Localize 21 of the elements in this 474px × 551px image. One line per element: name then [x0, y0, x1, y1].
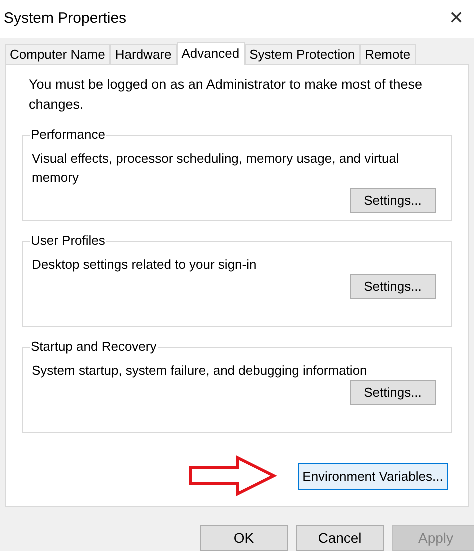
settings-button[interactable]: Settings...: [350, 380, 436, 406]
tab[interactable]: System Protection: [244, 44, 360, 64]
settings-button[interactable]: Settings...: [350, 274, 436, 300]
group-description: System startup, system failure, and debugging information: [32, 362, 368, 380]
window-title: System Properties: [4, 8, 127, 29]
arrow-icon: [188, 455, 278, 498]
group-description: Visual effects, processor scheduling, memory usage, and virtual memory: [32, 150, 400, 188]
group-description: Desktop settings related to your sign-in: [32, 256, 258, 274]
notice-text: You must be logged on as an Administrator to make most of these changes.: [28, 76, 424, 114]
tab[interactable]: Hardware: [110, 44, 177, 64]
close-button[interactable]: ✕: [449, 5, 464, 32]
settings-button[interactable]: Settings...: [350, 188, 436, 213]
dialog-button[interactable]: Cancel: [296, 525, 384, 551]
tab[interactable]: Remote: [360, 44, 416, 64]
group-title: Performance: [30, 126, 106, 144]
group-title: Startup and Recovery: [30, 338, 158, 356]
tab[interactable]: Advanced: [176, 42, 245, 65]
environment-variables-button[interactable]: Environment Variables...: [298, 462, 448, 490]
dialog-button[interactable]: OK: [200, 525, 288, 551]
group-title: User Profiles: [30, 232, 106, 250]
tab[interactable]: Computer Name: [5, 44, 110, 64]
